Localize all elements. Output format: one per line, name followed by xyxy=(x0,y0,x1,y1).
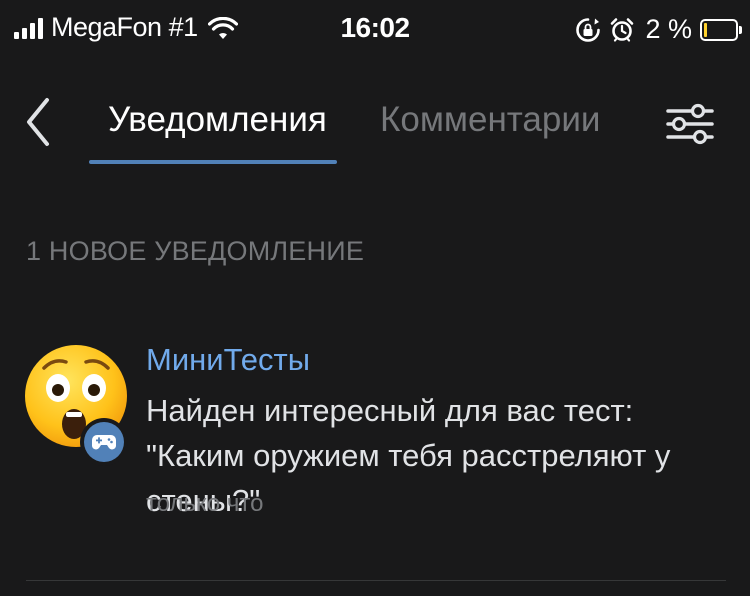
sliders-icon xyxy=(666,103,714,145)
status-right: 2 % xyxy=(575,14,742,45)
chevron-left-icon xyxy=(27,98,49,146)
notification-item[interactable]: МиниТесты Найден интересный для вас тест… xyxy=(0,330,750,530)
header: Уведомления Комментарии xyxy=(0,80,750,170)
back-button[interactable] xyxy=(16,92,60,152)
battery-percent: 2 % xyxy=(645,14,692,44)
orientation-lock-icon xyxy=(576,17,601,42)
divider xyxy=(26,580,726,581)
battery-icon xyxy=(700,18,742,41)
section-title: 1 НОВОЕ УВЕДОМЛЕНИЕ xyxy=(26,236,365,266)
notification-time: только что xyxy=(146,490,264,517)
gamepad-icon xyxy=(92,435,116,450)
tab-comments[interactable]: Комментарии xyxy=(380,100,600,140)
status-bar: MegaFon #1 16:02 2 % xyxy=(0,0,750,64)
screen: MegaFon #1 16:02 2 % Уведомления Коммент… xyxy=(0,0,750,596)
filter-button[interactable] xyxy=(664,102,716,146)
notification-title[interactable]: МиниТесты xyxy=(146,342,310,378)
app-badge xyxy=(80,418,128,466)
tab-notifications[interactable]: Уведомления xyxy=(108,100,327,140)
alarm-icon xyxy=(611,17,634,42)
active-tab-indicator xyxy=(89,160,337,164)
